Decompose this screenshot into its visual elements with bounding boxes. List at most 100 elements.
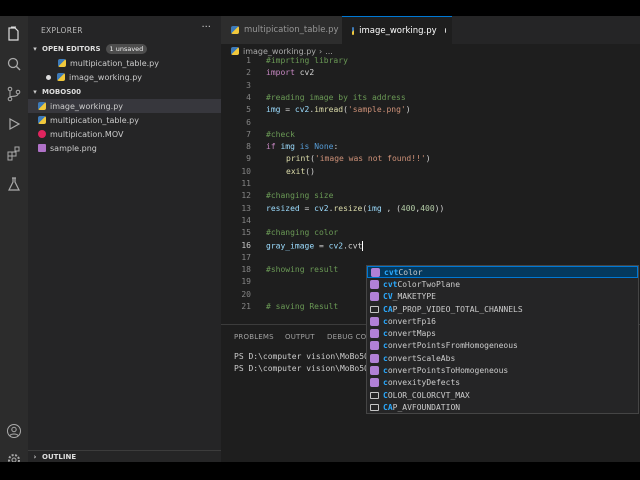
method-icon [370, 341, 379, 351]
python-file-icon [352, 26, 355, 35]
code-line: img = cv2.imread('sample.png') [266, 105, 411, 115]
tab-output[interactable]: OUTPUT [285, 333, 315, 341]
constant-icon [370, 403, 379, 411]
line-number: 6 [246, 117, 251, 127]
tab-image-working[interactable]: image_working.py [342, 16, 452, 44]
code-line: #changing color [266, 228, 339, 238]
code-line-current: gray_image = cv2.cvt [266, 240, 364, 251]
code-line: #changing size [266, 191, 334, 201]
code-line: if img is None: [266, 142, 339, 152]
suggestion-item[interactable]: CV _MAKETYPE [367, 291, 638, 303]
sidebar-title: EXPLORER [41, 26, 83, 35]
line-number: 10 [241, 166, 251, 176]
open-editors-section[interactable]: ▾ OPEN EDITORS 1 unsaved [28, 42, 221, 56]
line-number: 14 [241, 215, 251, 225]
python-file-icon [57, 73, 65, 81]
method-icon [371, 267, 380, 277]
open-editor-item[interactable]: multipication_table.py [28, 56, 221, 70]
file-item[interactable]: multipication.MOV [28, 127, 221, 141]
file-item[interactable]: image_working.py [28, 99, 221, 113]
suggestion-item[interactable]: c onvertScaleAbs [367, 352, 638, 364]
line-number: 9 [246, 154, 251, 164]
outline-section[interactable]: › OUTLINE [28, 450, 221, 462]
code-line: # saving Result [266, 302, 339, 311]
settings-gear-icon[interactable] [4, 450, 24, 462]
method-icon [370, 353, 379, 363]
search-icon[interactable] [4, 54, 24, 74]
autocomplete-suggestions[interactable]: cvt Color cvt ColorTwoPlane CV _MAKETYPE CA… [366, 265, 639, 414]
file-label: multipication.MOV [50, 129, 124, 139]
method-icon [370, 378, 379, 388]
suggestion-item[interactable]: c onvertPointsToHomogeneous [367, 364, 638, 376]
suggestion-item[interactable]: CA P_AVFOUNDATION [367, 401, 638, 413]
code-line: exit() [286, 166, 315, 176]
terminal-line: PS D:\computer vision\MoBo500 [234, 352, 374, 361]
method-icon [370, 329, 379, 339]
code-line: #reading image by its address [266, 92, 406, 102]
line-number: 8 [246, 142, 251, 152]
constant-icon [370, 305, 379, 313]
python-file-icon [231, 47, 239, 55]
python-file-icon [38, 102, 46, 110]
file-item[interactable]: multipication_table.py [28, 113, 221, 127]
line-number: 16 [241, 240, 251, 250]
editor-tabs: multipication_table.py image_working.py [221, 16, 640, 44]
code-line: import cv2 [266, 68, 315, 78]
line-number: 7 [246, 129, 251, 139]
outline-header[interactable]: › OUTLINE [28, 451, 221, 462]
breadcrumb-rest[interactable]: ... [325, 47, 333, 56]
code-line: resized = cv2.resize(img , (400,400)) [266, 203, 445, 213]
file-item[interactable]: sample.png [28, 141, 221, 155]
suggestion-item[interactable]: cvt Color [367, 266, 638, 279]
suggestion-item[interactable]: c onvertMaps [367, 328, 638, 340]
testing-flask-icon[interactable] [4, 174, 24, 194]
suggestion-item[interactable]: c onvertPointsFromHomogeneous [367, 340, 638, 352]
tab-problems[interactable]: PROBLEMS [234, 333, 274, 341]
vscode-window: EXPLORER ··· ▾ OPEN EDITORS 1 unsaved mu… [0, 16, 640, 462]
method-icon [370, 366, 379, 376]
open-editor-label: image_working.py [69, 72, 143, 82]
run-debug-icon[interactable] [4, 114, 24, 134]
file-label: multipication_table.py [50, 115, 139, 125]
unsaved-dot-icon[interactable] [444, 28, 446, 33]
account-icon[interactable] [4, 421, 24, 441]
constant-icon [370, 391, 379, 399]
suggestion-item[interactable]: CA P_PROP_VIDEO_TOTAL_CHANNELS [367, 303, 638, 315]
suggestion-item[interactable]: C OLOR_COLORCVT_MAX [367, 389, 638, 401]
open-editors-label: OPEN EDITORS [42, 45, 101, 53]
suggestion-item[interactable]: c onvexityDefects [367, 377, 638, 389]
breadcrumb-file[interactable]: image_working.py [243, 47, 316, 56]
code-line: print('image was not found!!') [286, 154, 431, 164]
more-actions-icon[interactable]: ··· [201, 22, 211, 33]
suggestion-item[interactable]: cvt ColorTwoPlane [367, 278, 638, 290]
suggestion-item[interactable]: c onvertFp16 [367, 315, 638, 327]
explorer-sidebar: EXPLORER ··· ▾ OPEN EDITORS 1 unsaved mu… [28, 16, 221, 462]
code-line: #showing result [266, 265, 339, 275]
code-line: #check [266, 129, 295, 139]
tab-label: multipication_table.py [244, 25, 339, 35]
line-number: 18 [241, 265, 251, 275]
outline-label: OUTLINE [42, 453, 77, 461]
line-number: 21 [241, 302, 251, 311]
explorer-icon[interactable] [4, 24, 24, 44]
file-label: image_working.py [50, 101, 124, 111]
open-editor-item[interactable]: image_working.py [28, 70, 221, 84]
unsaved-dot-icon [46, 74, 51, 80]
extensions-icon[interactable] [4, 144, 24, 164]
folder-section[interactable]: ▾ MOBOS00 [28, 85, 221, 99]
line-number: 5 [246, 105, 251, 115]
chevron-right-icon: › [33, 453, 37, 461]
line-number: 15 [241, 228, 251, 238]
chevron-down-icon: ▾ [33, 88, 37, 96]
folder-label: MOBOS00 [42, 88, 81, 96]
python-file-icon [58, 59, 66, 67]
activity-bar [0, 16, 28, 462]
method-icon [370, 279, 379, 289]
python-file-icon [38, 116, 46, 124]
source-control-icon[interactable] [4, 84, 24, 104]
line-number: 20 [241, 289, 251, 299]
line-number: 4 [246, 92, 251, 102]
image-file-icon [38, 144, 46, 152]
tab-multipication-table[interactable]: multipication_table.py [221, 16, 342, 44]
file-label: sample.png [50, 143, 97, 153]
